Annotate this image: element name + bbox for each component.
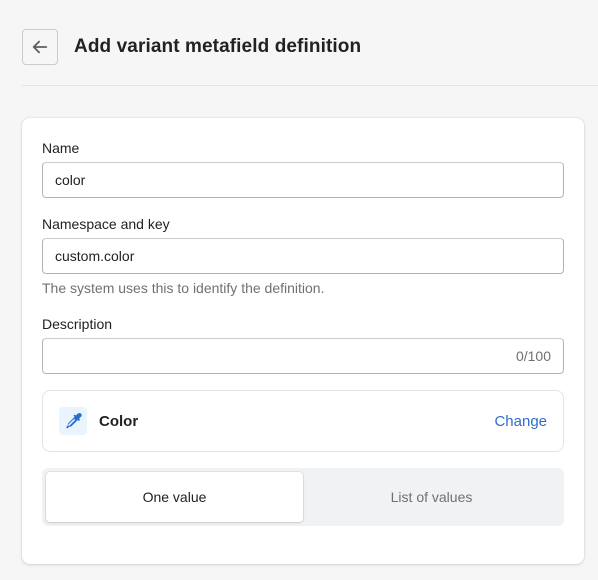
description-field-wrapper: 0/100 bbox=[42, 338, 564, 374]
name-label: Name bbox=[42, 140, 80, 156]
namespace-key-help-text: The system uses this to identify the def… bbox=[42, 280, 325, 296]
definition-card: Name Namespace and key The system uses t… bbox=[22, 118, 584, 564]
name-field-wrapper bbox=[42, 162, 564, 198]
namespace-key-field-wrapper bbox=[42, 238, 564, 274]
description-label: Description bbox=[42, 316, 113, 332]
page-header: Add variant metafield definition bbox=[22, 29, 598, 65]
type-icon-badge bbox=[59, 407, 87, 435]
page: Add variant metafield definition Name Na… bbox=[0, 0, 598, 580]
namespace-key-label: Namespace and key bbox=[42, 216, 170, 232]
type-name: Color bbox=[99, 412, 139, 430]
eyedropper-icon bbox=[66, 412, 82, 429]
arrow-left-icon bbox=[32, 40, 48, 54]
description-char-count: 0/100 bbox=[515, 348, 551, 364]
one-value-option[interactable]: One value bbox=[46, 472, 303, 522]
type-selector: Color Change bbox=[42, 390, 564, 452]
change-type-button[interactable]: Change bbox=[494, 413, 547, 430]
namespace-key-input[interactable] bbox=[55, 248, 551, 264]
page-title: Add variant metafield definition bbox=[74, 36, 362, 57]
name-input[interactable] bbox=[55, 172, 551, 188]
back-button[interactable] bbox=[22, 29, 58, 65]
list-of-values-option[interactable]: List of values bbox=[303, 472, 560, 522]
value-mode-toggle: One value List of values bbox=[42, 468, 564, 526]
header-divider bbox=[22, 85, 598, 86]
description-input[interactable] bbox=[55, 348, 508, 364]
